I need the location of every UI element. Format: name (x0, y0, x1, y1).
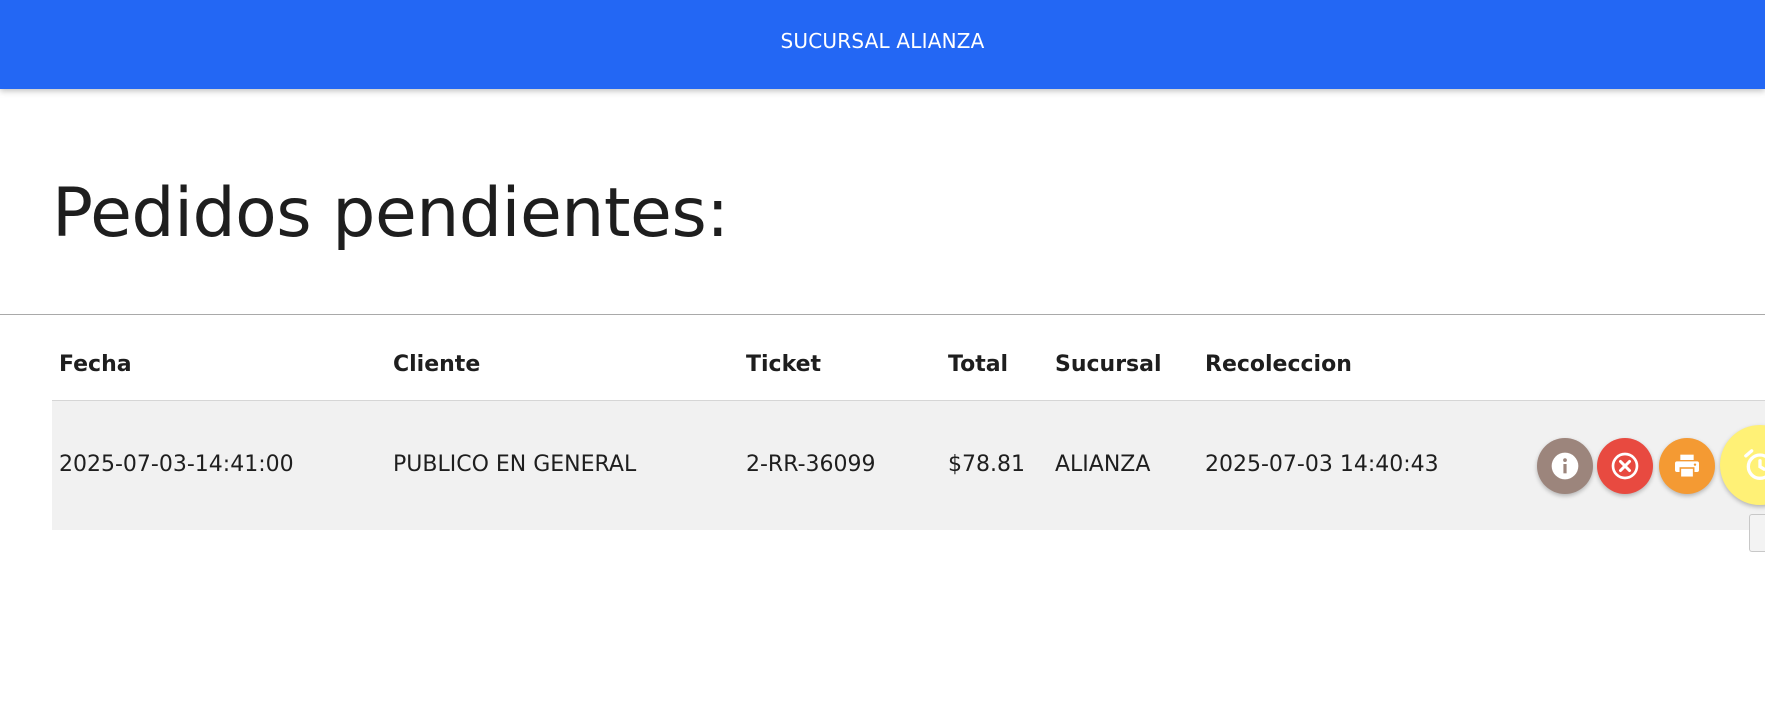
printer-icon (1675, 454, 1699, 479)
print-button[interactable] (1659, 438, 1715, 494)
cell-fecha: 2025-07-03-14:41:00 (59, 452, 294, 477)
info-button[interactable] (1537, 438, 1593, 494)
alarm-button[interactable] (1720, 425, 1765, 505)
info-icon (1551, 452, 1579, 480)
table-header: Fecha Cliente Ticket Total Sucursal Reco… (52, 315, 1765, 401)
top-app-bar: SUCURSAL ALIANZA (0, 0, 1765, 89)
column-header-sucursal[interactable]: Sucursal (1055, 352, 1162, 377)
alarm-clock-icon (1744, 449, 1765, 480)
column-header-ticket[interactable]: Ticket (746, 352, 821, 377)
cell-recoleccion: 2025-07-03 14:40:43 (1205, 452, 1439, 477)
page-title: Pedidos pendientes: (52, 174, 729, 253)
cell-ticket: 2-RR-36099 (746, 452, 876, 477)
column-header-cliente[interactable]: Cliente (393, 352, 480, 377)
cancel-button[interactable] (1597, 438, 1653, 494)
column-header-recoleccion[interactable]: Recoleccion (1205, 352, 1352, 377)
column-header-fecha[interactable]: Fecha (59, 352, 132, 377)
column-header-total[interactable]: Total (948, 352, 1008, 377)
cell-cliente: PUBLICO EN GENERAL (393, 452, 637, 477)
table-row[interactable]: 2025-07-03-14:41:00 PUBLICO EN GENERAL 2… (52, 401, 1765, 530)
scroll-handle[interactable] (1749, 514, 1765, 552)
cell-sucursal: ALIANZA (1055, 452, 1151, 477)
close-circle-icon (1611, 452, 1639, 480)
orders-table: Fecha Cliente Ticket Total Sucursal Reco… (52, 315, 1765, 530)
branch-title: SUCURSAL ALIANZA (780, 28, 985, 53)
cell-total: $78.81 (948, 452, 1025, 477)
